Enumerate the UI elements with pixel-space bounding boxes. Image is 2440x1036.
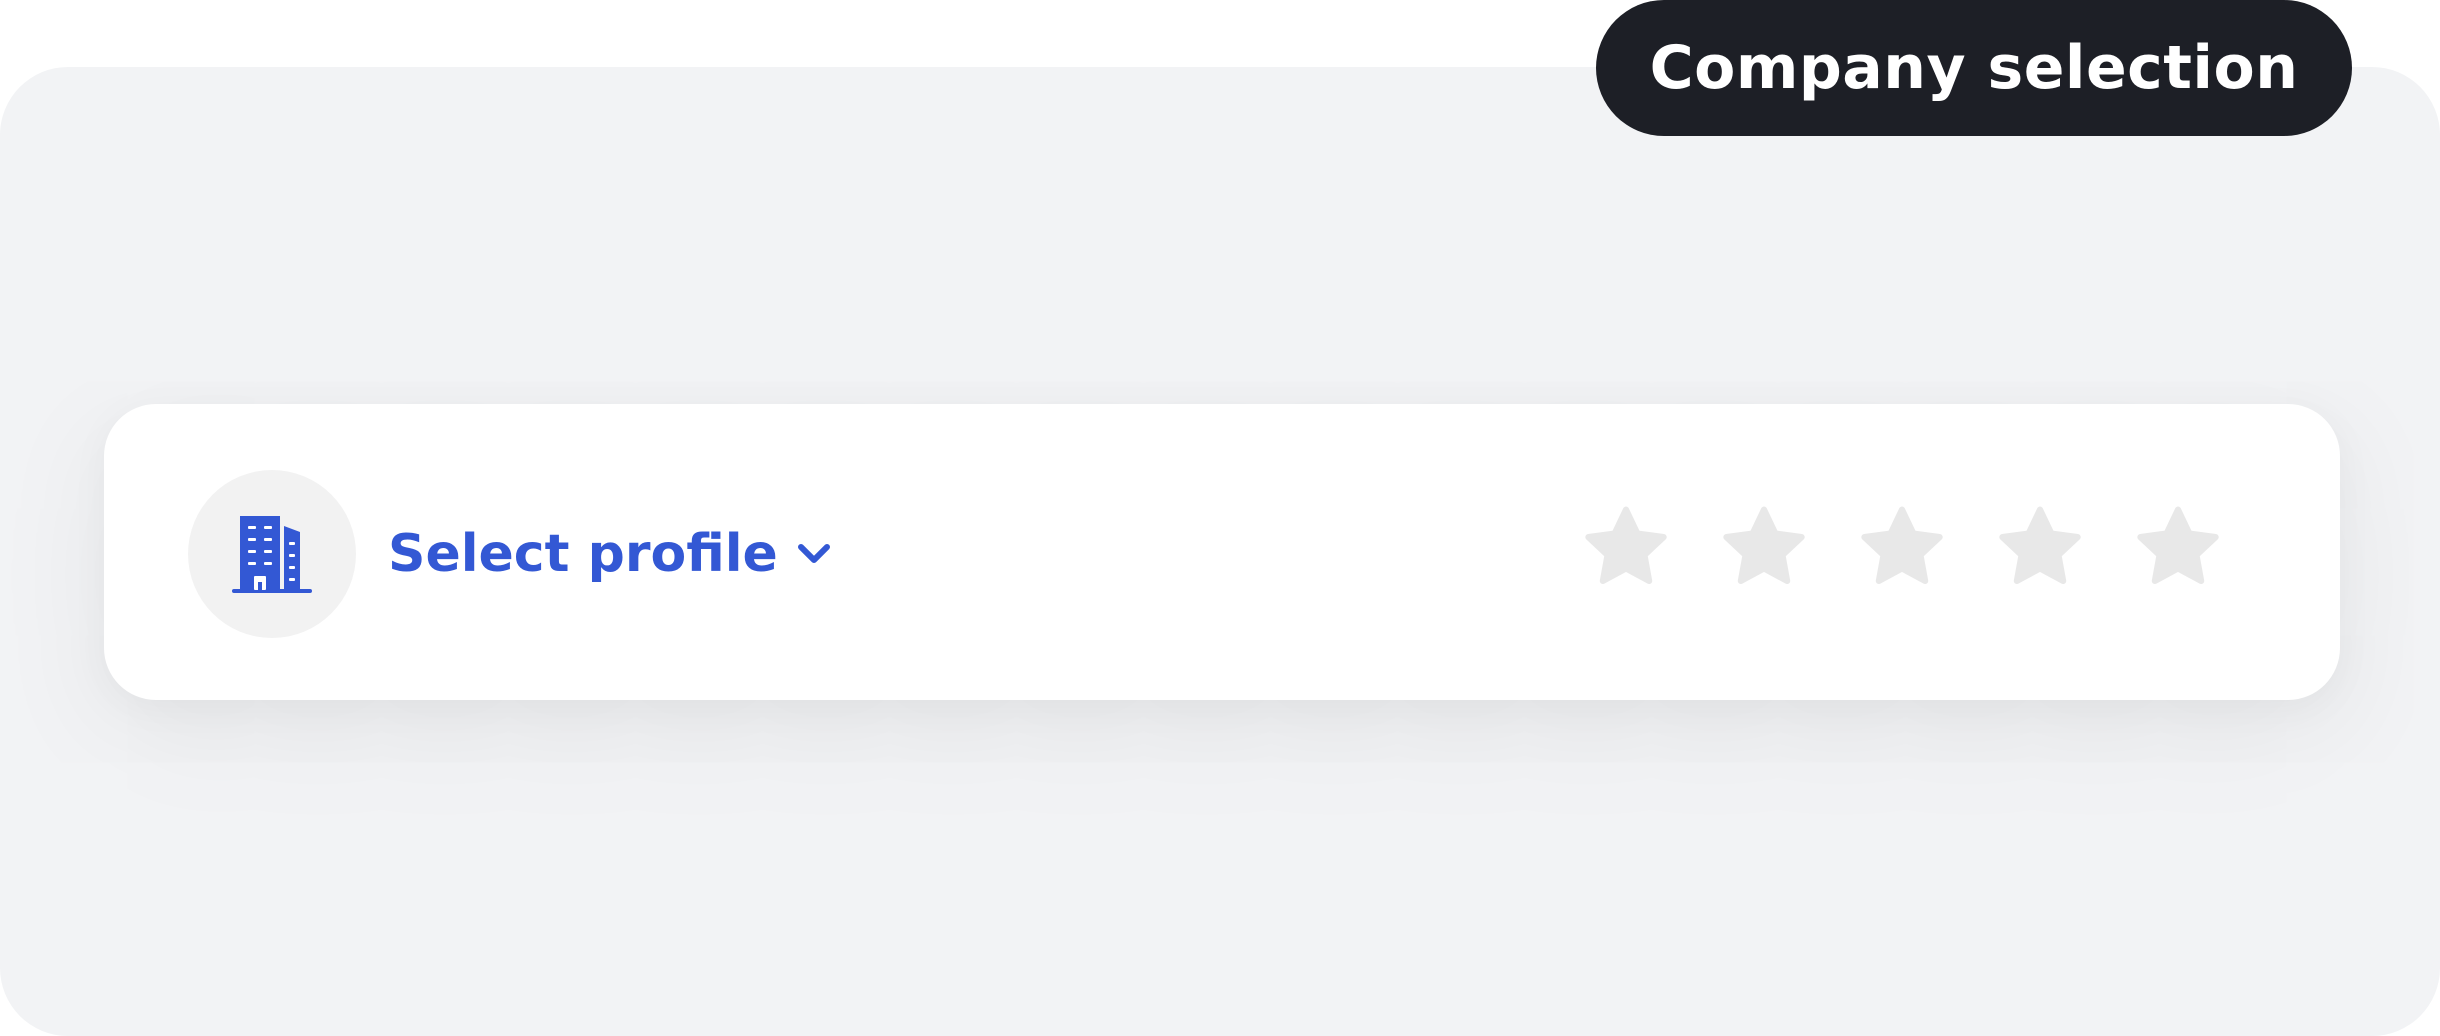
select-profile-label: Select profile xyxy=(388,524,778,584)
building-icon xyxy=(232,516,312,593)
section-tag-label: Company selection xyxy=(1649,33,2299,103)
avatar xyxy=(188,470,356,638)
star-icon[interactable] xyxy=(2128,502,2228,598)
select-profile-dropdown[interactable]: Select profile xyxy=(188,470,832,638)
chevron-down-icon xyxy=(796,540,832,568)
star-icon[interactable] xyxy=(1990,502,2090,598)
company-card: Select profile xyxy=(104,404,2340,700)
stage: Company selection Select profile xyxy=(0,0,2440,1036)
section-tag: Company selection xyxy=(1596,0,2352,136)
star-icon[interactable] xyxy=(1576,502,1676,598)
star-icon[interactable] xyxy=(1714,502,1814,598)
star-rating[interactable] xyxy=(1576,502,2228,598)
star-icon[interactable] xyxy=(1852,502,1952,598)
